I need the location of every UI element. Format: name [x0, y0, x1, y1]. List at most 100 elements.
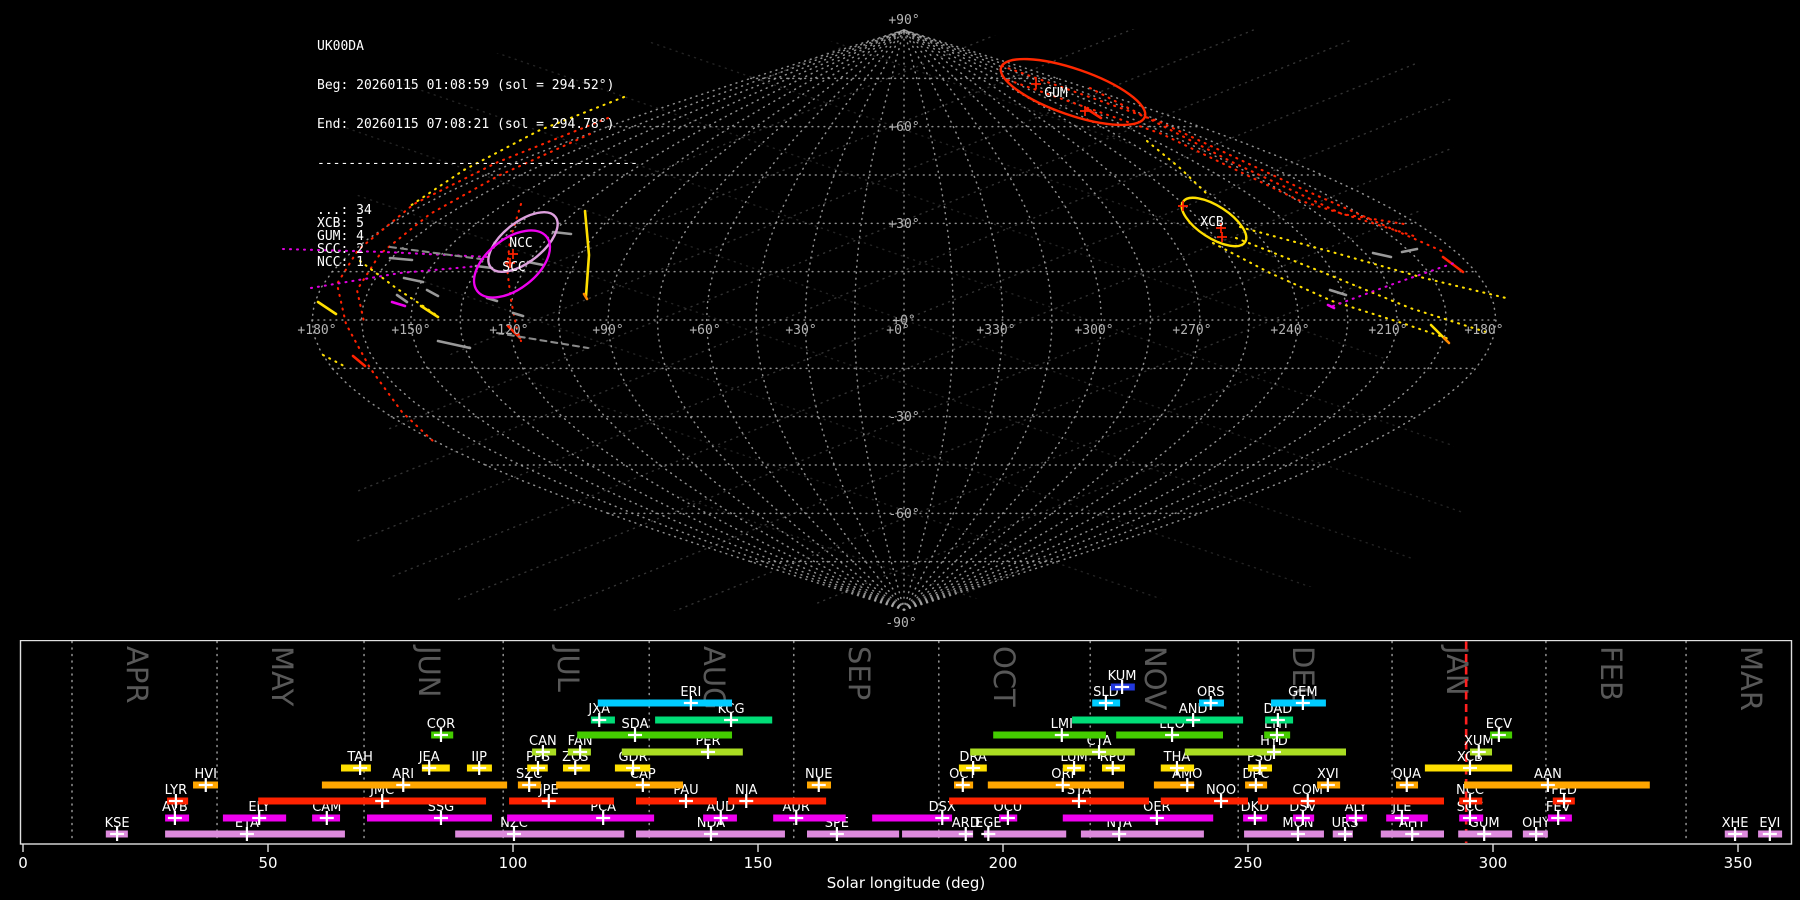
- shower-activity-bar: [1160, 797, 1248, 805]
- shower-code-label: ARI: [392, 767, 414, 782]
- shower-activity-bar: [165, 830, 345, 838]
- meteor-track: [1371, 251, 1393, 259]
- shower-code-label: ERI: [680, 685, 701, 700]
- meteor-track: [1442, 336, 1451, 345]
- shower-activity-bar: [655, 716, 773, 724]
- shower-code-label: OHY: [1522, 816, 1550, 831]
- shower-activity-bar: [983, 830, 1067, 838]
- meteor-track: [436, 339, 472, 350]
- radiant-cross: [1217, 232, 1227, 242]
- separator: ----------------------------------------…: [317, 156, 638, 171]
- station-id: UK00DA: [317, 39, 364, 54]
- shower-code-label: KSE: [105, 816, 130, 831]
- meteor-track: [395, 293, 409, 304]
- shower-activity-bar: [1257, 797, 1444, 805]
- radiant-cross: [1031, 79, 1041, 89]
- x-axis: 0 50 100 150 200 250 300 350 Solar longitude (de…: [18, 844, 1752, 892]
- shower-activity-bar: [507, 814, 655, 822]
- shower-code-label: KUM: [1108, 669, 1137, 684]
- activity-timeline-chart: APR MAY JUN JUL AUG SEP OCT NOV DEC JAN FEB MARKSE E…: [18, 640, 1793, 892]
- latitude-label: +0°: [892, 314, 915, 329]
- shower-count: SCC: 2: [317, 242, 364, 257]
- shower-code-label: IIP: [471, 750, 487, 765]
- month-label: JUN: [412, 644, 446, 697]
- shower-count: NCC: 1: [317, 255, 364, 270]
- shower-activity-bar: [321, 781, 508, 789]
- shower-code-label: EGE: [975, 816, 1002, 831]
- shower-code-label: CAN: [529, 734, 557, 749]
- axis-tick-label: 50: [258, 854, 277, 872]
- shower-code-label: TAH: [346, 750, 373, 765]
- month-label: FEB: [1594, 646, 1628, 701]
- axis-tick-label: 300: [1479, 854, 1508, 872]
- radiant-label: XCB: [1200, 215, 1224, 230]
- shower-code-label: ORS: [1197, 685, 1225, 700]
- session-info-block: UK00DA Beg: 20260115 01:08:59 (sol = 294…: [317, 14, 638, 295]
- month-label: NOV: [1138, 646, 1172, 710]
- shower-activity-bar: [635, 797, 717, 805]
- axis-tick-label: 250: [1234, 854, 1263, 872]
- shower-code-label: SDA: [622, 717, 649, 732]
- longitude-label: +180°: [297, 323, 336, 338]
- shower-bars: KSE ETA NZC NDA SPE ARDEGE NTA MON URS AHY GUM OHY X…: [105, 669, 1783, 841]
- shower-activity-bar: [258, 797, 487, 805]
- shower-counts: ...: 34 XCB: 5 GUM: 4 SCC: 2 NCC: 1: [317, 204, 638, 269]
- shower-code-label: GEM: [1288, 685, 1318, 700]
- latitude-label: -30°: [888, 410, 919, 425]
- shower-activity-bar: [1080, 830, 1204, 838]
- longitude-label: +180°: [1464, 323, 1503, 338]
- shower-code-label: NUE: [805, 767, 832, 782]
- shower-activity-bar: [455, 830, 625, 838]
- axis-tick-label: 200: [989, 854, 1018, 872]
- longitude-label: +120°: [489, 323, 528, 338]
- shower-trail: [321, 353, 348, 369]
- shower-trail: [1331, 260, 1459, 308]
- shower-activity-bar: [949, 797, 1150, 805]
- meteor-track: [316, 300, 338, 316]
- month-label: MAY: [265, 646, 299, 707]
- shower-activity-bar: [366, 814, 492, 822]
- meteor-track: [390, 300, 407, 308]
- shower-activity-bar: [1184, 748, 1346, 756]
- shower-activity-bar: [1072, 716, 1244, 724]
- shower-activity-bar: [621, 748, 743, 756]
- pole-label-north: +90°: [888, 13, 919, 28]
- axis-tick-label: 150: [744, 854, 773, 872]
- month-label: MAR: [1734, 646, 1768, 711]
- shower-activity-bar: [773, 814, 846, 822]
- longitude-label: +90°: [592, 323, 623, 338]
- shower-activity-bar: [807, 830, 900, 838]
- meteor-track: [351, 354, 367, 368]
- longitude-label: +270°: [1172, 323, 1211, 338]
- shower-count: GUM: 4: [317, 229, 364, 244]
- shower-activity-bar: [556, 781, 684, 789]
- latitude-label: +60°: [888, 120, 919, 135]
- month-label: SEP: [842, 646, 876, 700]
- sky-map: GUMXCBNCCSCC+90°-90°+180° +150° +120° +90° +…: [246, 0, 1562, 640]
- meteor-track: [1441, 255, 1465, 274]
- shower-code-label: LYR: [165, 783, 188, 798]
- meteor-radiant-report: GUM XCB NCC SCC +90° -90° +180° +150° +120° +90° +…: [0, 0, 1800, 900]
- shower-activity-bar: [1244, 830, 1324, 838]
- shower-trail: [1234, 236, 1491, 335]
- month-label: JAN: [1440, 644, 1474, 696]
- shower-activity-bar: [509, 797, 614, 805]
- longitude-label: +60°: [689, 323, 720, 338]
- meteor-track: [1400, 247, 1419, 254]
- shower-code-label: EVI: [1759, 816, 1780, 831]
- shower-activity-bar: [597, 699, 733, 707]
- month-label: APR: [120, 646, 154, 703]
- pole-label-south: -90°: [885, 616, 916, 631]
- shower-code-label: LMI: [1051, 717, 1073, 732]
- shower-activity-bar: [577, 731, 733, 739]
- shower-count: ...: 34: [317, 203, 372, 218]
- shower-code-label: COR: [427, 717, 455, 732]
- meteor-track: [419, 304, 440, 319]
- longitude-label: +300°: [1074, 323, 1113, 338]
- shower-code-label: XUM: [1464, 734, 1494, 749]
- axis-tick-label: 0: [18, 854, 28, 872]
- session-end: End: 20260115 07:08:21 (sol = 294.78°): [317, 117, 615, 132]
- x-axis-title: Solar longitude (deg): [827, 874, 985, 892]
- month-label: JUL: [551, 644, 585, 692]
- longitude-label: +30°: [785, 323, 816, 338]
